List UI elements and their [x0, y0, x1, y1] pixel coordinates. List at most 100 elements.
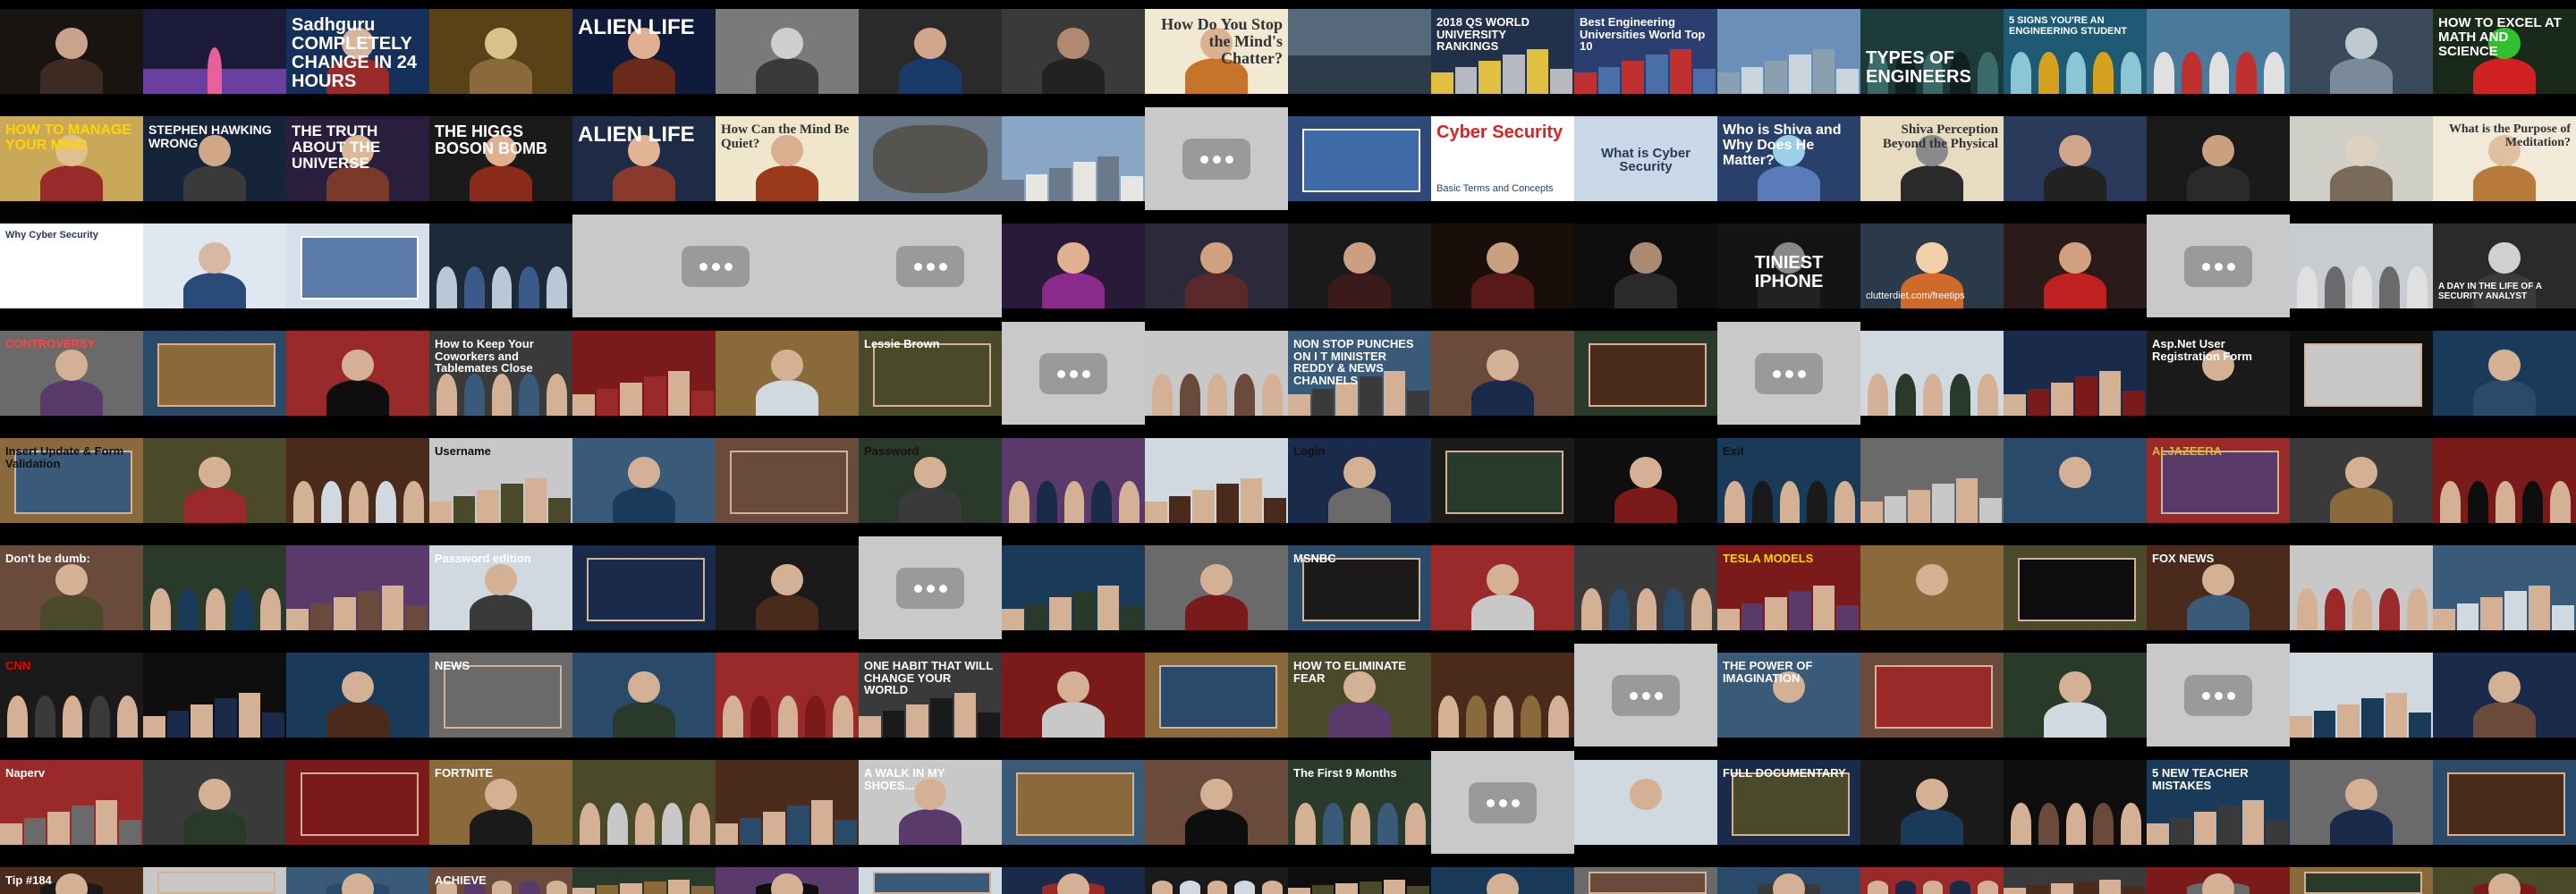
video-thumbnail[interactable]	[2290, 760, 2433, 845]
video-thumbnail[interactable]	[2004, 438, 2147, 523]
video-thumbnail[interactable]: ALIEN LIFE	[572, 9, 716, 94]
loading-thumbnail[interactable]	[2147, 215, 2290, 317]
video-thumbnail[interactable]	[2290, 224, 2433, 308]
video-thumbnail[interactable]	[716, 867, 859, 894]
video-thumbnail[interactable]	[2433, 653, 2576, 738]
video-thumbnail[interactable]: Exit	[1717, 438, 1860, 523]
video-thumbnail[interactable]	[1002, 867, 1145, 894]
video-thumbnail[interactable]	[2004, 867, 2147, 894]
video-thumbnail[interactable]: THE POWER OF IMAGINATION	[1717, 653, 1860, 738]
video-thumbnail[interactable]	[572, 867, 716, 894]
video-thumbnail[interactable]: Naperv	[0, 760, 143, 845]
video-thumbnail[interactable]: FORTNITE	[429, 760, 572, 845]
video-thumbnail[interactable]: ACHIEVE	[429, 867, 572, 894]
loading-thumbnail[interactable]	[859, 536, 1002, 639]
video-thumbnail[interactable]	[1145, 867, 1288, 894]
video-thumbnail[interactable]	[286, 224, 429, 308]
video-thumbnail[interactable]	[1002, 438, 1145, 523]
video-thumbnail[interactable]	[143, 438, 286, 523]
video-thumbnail[interactable]	[1431, 438, 1574, 523]
video-thumbnail[interactable]: FULL DOCUMENTARY	[1717, 760, 1860, 845]
video-thumbnail[interactable]	[2290, 867, 2433, 894]
video-thumbnail[interactable]	[143, 867, 286, 894]
video-thumbnail[interactable]	[1574, 545, 1717, 630]
video-thumbnail[interactable]	[1574, 224, 1717, 308]
video-thumbnail[interactable]	[1860, 545, 2004, 630]
video-thumbnail[interactable]	[2433, 545, 2576, 630]
video-thumbnail[interactable]	[572, 653, 716, 738]
loading-thumbnail[interactable]	[1574, 644, 1717, 746]
video-thumbnail[interactable]	[1002, 545, 1145, 630]
video-thumbnail[interactable]: HOW TO EXCEL AT MATH AND SCIENCE	[2433, 9, 2576, 94]
video-thumbnail[interactable]: The First 9 Months	[1288, 760, 1431, 845]
video-thumbnail[interactable]: clutterdiet.com/freetips	[1860, 224, 2004, 308]
video-thumbnail[interactable]	[1860, 653, 2004, 738]
video-thumbnail[interactable]	[716, 545, 859, 630]
video-thumbnail[interactable]	[859, 116, 1002, 201]
video-thumbnail[interactable]: Asp.Net User Registration Form	[2147, 331, 2290, 416]
video-thumbnail[interactable]	[1574, 331, 1717, 416]
video-thumbnail[interactable]	[1431, 331, 1574, 416]
video-thumbnail[interactable]: CNN	[0, 653, 143, 738]
video-thumbnail[interactable]: Best Engineering Universities World Top …	[1574, 9, 1717, 94]
video-thumbnail[interactable]	[1002, 224, 1145, 308]
video-thumbnail[interactable]	[143, 9, 286, 94]
video-thumbnail[interactable]	[859, 867, 1002, 894]
video-thumbnail[interactable]	[1717, 867, 1860, 894]
video-thumbnail[interactable]	[143, 653, 286, 738]
video-thumbnail[interactable]	[716, 438, 859, 523]
video-thumbnail[interactable]: How to Keep Your Coworkers and Tablemate…	[429, 331, 572, 416]
video-thumbnail[interactable]	[1145, 760, 1288, 845]
video-thumbnail[interactable]	[2433, 867, 2576, 894]
video-thumbnail[interactable]	[1860, 331, 2004, 416]
video-thumbnail[interactable]	[1002, 653, 1145, 738]
video-thumbnail[interactable]: Why Cyber Security	[0, 224, 143, 308]
video-thumbnail[interactable]: NON STOP PUNCHES ON I T MINISTER REDDY &…	[1288, 331, 1431, 416]
video-thumbnail[interactable]	[716, 760, 859, 845]
loading-thumbnail[interactable]	[572, 215, 859, 317]
video-thumbnail[interactable]: ALJAZEERA	[2147, 438, 2290, 523]
video-thumbnail[interactable]: Lessie Brown	[859, 331, 1002, 416]
video-thumbnail[interactable]	[2290, 545, 2433, 630]
video-thumbnail[interactable]	[2433, 331, 2576, 416]
video-thumbnail[interactable]	[1431, 867, 1574, 894]
video-thumbnail[interactable]	[572, 760, 716, 845]
video-thumbnail[interactable]	[1145, 438, 1288, 523]
video-thumbnail[interactable]	[286, 545, 429, 630]
video-thumbnail[interactable]: HOW TO ELIMINATE FEAR	[1288, 653, 1431, 738]
video-thumbnail[interactable]: A WALK IN MY SHOES...	[859, 760, 1002, 845]
video-thumbnail[interactable]	[716, 331, 859, 416]
video-thumbnail[interactable]	[286, 867, 429, 894]
video-thumbnail[interactable]	[1288, 116, 1431, 201]
video-thumbnail[interactable]	[1860, 438, 2004, 523]
video-thumbnail[interactable]	[859, 9, 1002, 94]
video-thumbnail[interactable]	[2147, 867, 2290, 894]
video-thumbnail[interactable]	[429, 224, 572, 308]
video-thumbnail[interactable]	[2147, 116, 2290, 201]
video-thumbnail[interactable]	[0, 9, 143, 94]
video-thumbnail[interactable]	[1288, 867, 1431, 894]
video-thumbnail[interactable]	[1574, 760, 1717, 845]
video-thumbnail[interactable]: Shiva Perception Beyond the Physical	[1860, 116, 2004, 201]
video-thumbnail[interactable]: Who is Shiva and Why Does He Matter?	[1717, 116, 1860, 201]
video-thumbnail[interactable]	[1145, 653, 1288, 738]
video-thumbnail[interactable]: Tip #184	[0, 867, 143, 894]
video-thumbnail[interactable]: CONTROVERSY	[0, 331, 143, 416]
video-thumbnail[interactable]	[1431, 653, 1574, 738]
video-thumbnail[interactable]	[716, 9, 859, 94]
video-thumbnail[interactable]	[2290, 438, 2433, 523]
video-thumbnail[interactable]	[1860, 867, 2004, 894]
loading-thumbnail[interactable]	[859, 215, 1002, 317]
video-thumbnail[interactable]: Password	[859, 438, 1002, 523]
video-thumbnail[interactable]	[1574, 438, 1717, 523]
video-thumbnail[interactable]	[1288, 9, 1431, 94]
video-thumbnail[interactable]: 2018 QS WORLD UNIVERSITY RANKINGS	[1431, 9, 1574, 94]
video-thumbnail[interactable]	[2004, 224, 2147, 308]
video-thumbnail[interactable]	[286, 653, 429, 738]
video-thumbnail[interactable]: ONE HABIT THAT WILL CHANGE YOUR WORLD	[859, 653, 1002, 738]
video-thumbnail[interactable]: Password edition	[429, 545, 572, 630]
video-thumbnail[interactable]	[143, 331, 286, 416]
video-thumbnail[interactable]	[2147, 9, 2290, 94]
video-thumbnail[interactable]: MSNBC	[1288, 545, 1431, 630]
video-thumbnail[interactable]: THE HIGGS BOSON BOMB	[429, 116, 572, 201]
